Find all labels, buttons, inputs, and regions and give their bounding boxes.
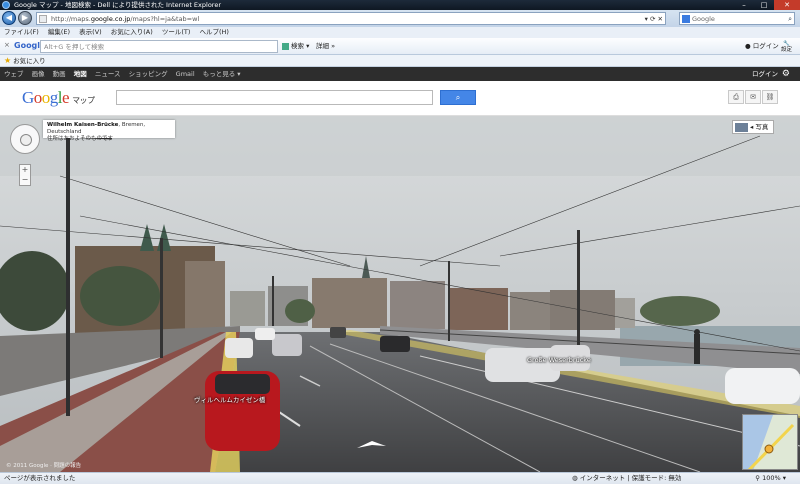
forward-button[interactable]: ▶ bbox=[18, 11, 32, 25]
mini-map[interactable] bbox=[742, 414, 798, 470]
maps-search-input[interactable] bbox=[116, 90, 433, 105]
gbar-news[interactable]: ニュース bbox=[95, 70, 121, 78]
menu-file[interactable]: ファイル(F) bbox=[4, 28, 39, 36]
copyright-text[interactable]: © 2011 Google · 問題の報告 bbox=[6, 461, 81, 469]
menu-help[interactable]: ヘルプ(H) bbox=[200, 28, 229, 36]
address-row: ◀ ▶ http://maps.google.co.jp/maps?hl=ja&… bbox=[0, 10, 800, 27]
zoom-out-icon[interactable]: − bbox=[22, 175, 29, 184]
link-button[interactable]: ⛓ bbox=[762, 90, 778, 104]
gbar-videos[interactable]: 動画 bbox=[53, 70, 66, 78]
print-icon: ⎙ bbox=[733, 93, 739, 101]
search-icon: ⌕ bbox=[455, 93, 461, 102]
menu-view[interactable]: 表示(V) bbox=[79, 28, 102, 36]
page-favicon-icon bbox=[39, 15, 47, 23]
address-field[interactable]: http://maps.google.co.jp/maps?hl=ja&tab=… bbox=[36, 12, 666, 25]
gbar-images[interactable]: 画像 bbox=[32, 70, 45, 78]
gbar-shopping[interactable]: ショッピング bbox=[129, 70, 168, 78]
status-text: ページが表示されました bbox=[4, 474, 76, 482]
email-button[interactable]: ✉ bbox=[745, 90, 761, 104]
street-view-scene bbox=[0, 116, 800, 472]
window-title: Google マップ - 地図検索 - Dell により提供された Intern… bbox=[14, 1, 222, 9]
ie-search-box[interactable]: Google ⌕ bbox=[679, 12, 795, 25]
toolbar-login-button[interactable]: ● ログイン bbox=[745, 41, 779, 51]
maps-header: Google マップ ⌕ ⎙ ✉ ⛓ bbox=[0, 81, 800, 116]
globe-icon: ◍ bbox=[572, 474, 578, 482]
close-button[interactable]: ✕ bbox=[774, 0, 800, 10]
gear-icon[interactable]: ⚙ bbox=[782, 67, 790, 81]
google-nav-bar: ウェブ 画像 動画 地図 ニュース ショッピング Gmail もっと見る ▾ ロ… bbox=[0, 67, 800, 81]
menu-favorites[interactable]: お気に入り(A) bbox=[111, 28, 153, 36]
refresh-icon[interactable]: ⟳ bbox=[650, 15, 655, 23]
gbar-login[interactable]: ログイン bbox=[752, 67, 778, 81]
google-toolbar: × Google Alt+G を押して検索 検索 ▾ 詳細 » ● ログイン 🔧… bbox=[0, 38, 800, 55]
dropdown-icon[interactable]: ▾ bbox=[645, 15, 648, 23]
pan-control[interactable] bbox=[10, 124, 40, 154]
magnifier-icon: ⚲ bbox=[755, 474, 760, 482]
minimize-button[interactable]: – bbox=[734, 0, 754, 10]
maximize-button[interactable]: □ bbox=[754, 0, 774, 10]
mini-map-drawing bbox=[743, 415, 797, 469]
gbar-gmail[interactable]: Gmail bbox=[176, 70, 195, 78]
zoom-control[interactable]: + − bbox=[19, 164, 31, 186]
favorites-bar: ★ お気に入り bbox=[0, 55, 800, 67]
security-zone[interactable]: ◍ インターネット | 保護モード: 無効 bbox=[572, 473, 681, 484]
pegman-icon[interactable] bbox=[20, 134, 32, 146]
link-icon: ⛓ bbox=[765, 93, 775, 101]
zoom-level[interactable]: ⚲ 100% ▾ bbox=[755, 473, 786, 484]
back-button[interactable]: ◀ bbox=[2, 11, 16, 25]
favorites-button[interactable]: お気に入り bbox=[13, 57, 46, 65]
google-maps-logo[interactable]: Google マップ bbox=[22, 88, 95, 108]
toolbar-search-input[interactable]: Alt+G を押して検索 bbox=[40, 40, 278, 53]
zoom-in-icon[interactable]: + bbox=[22, 165, 29, 174]
print-button[interactable]: ⎙ bbox=[728, 90, 744, 104]
place-note: 住所はおおよそのものです bbox=[47, 136, 114, 142]
favorites-star-icon: ★ bbox=[4, 56, 12, 65]
place-name[interactable]: Wilhelm Kaisen-Brücke bbox=[47, 122, 118, 128]
url-text: http://maps.google.co.jp/maps?hl=ja&tab=… bbox=[51, 15, 200, 23]
menu-edit[interactable]: 編集(E) bbox=[48, 28, 70, 36]
location-info-card: Wilhelm Kaisen-Brücke, Bremen, Deutschla… bbox=[43, 120, 175, 142]
window-controls: – □ ✕ bbox=[734, 0, 800, 10]
menu-tools[interactable]: ツール(T) bbox=[162, 28, 191, 36]
toolbar-search-button[interactable]: 検索 ▾ bbox=[282, 41, 309, 51]
toolbar-settings-button[interactable]: 🔧 設定 bbox=[781, 41, 792, 53]
address-controls: ▾ ⟳ ✕ bbox=[645, 13, 663, 25]
photo-thumbnail-icon bbox=[735, 123, 748, 132]
stop-icon[interactable]: ✕ bbox=[658, 15, 663, 23]
search-icon[interactable]: ⌕ bbox=[788, 13, 792, 25]
status-bar: ページが表示されました ◍ インターネット | 保護モード: 無効 ⚲ 100%… bbox=[0, 472, 800, 484]
photo-button[interactable]: ◂ 写真 bbox=[732, 120, 774, 134]
menu-bar: ファイル(F) 編集(E) 表示(V) お気に入り(A) ツール(T) ヘルプ(… bbox=[0, 27, 800, 38]
road-label-grosse-weserbruecke[interactable]: Große Weserbrücke bbox=[527, 356, 591, 364]
toolbar-close-icon[interactable]: × bbox=[4, 41, 10, 49]
search-color-icon bbox=[282, 42, 289, 50]
search-provider-label: Google bbox=[692, 15, 715, 23]
google-provider-icon bbox=[682, 15, 690, 23]
ie-icon bbox=[2, 1, 10, 9]
road-label-wilhelm-kaisen[interactable]: ヴィルヘルムカイゼン橋 bbox=[194, 394, 265, 404]
street-view-panorama[interactable]: + − Wilhelm Kaisen-Brücke, Bremen, Deutsc… bbox=[0, 116, 800, 472]
maps-search-button[interactable]: ⌕ bbox=[440, 90, 476, 105]
user-icon: ● bbox=[745, 42, 751, 50]
window-titlebar: Google マップ - 地図検索 - Dell により提供された Intern… bbox=[0, 0, 800, 10]
gbar-maps[interactable]: 地図 bbox=[74, 70, 87, 78]
toolbar-more-button[interactable]: 詳細 » bbox=[316, 41, 335, 51]
gbar-web[interactable]: ウェブ bbox=[4, 70, 24, 78]
gbar-more[interactable]: もっと見る ▾ bbox=[203, 70, 241, 78]
envelope-icon: ✉ bbox=[750, 93, 756, 101]
photo-arrow-icon: ◂ bbox=[750, 123, 754, 131]
